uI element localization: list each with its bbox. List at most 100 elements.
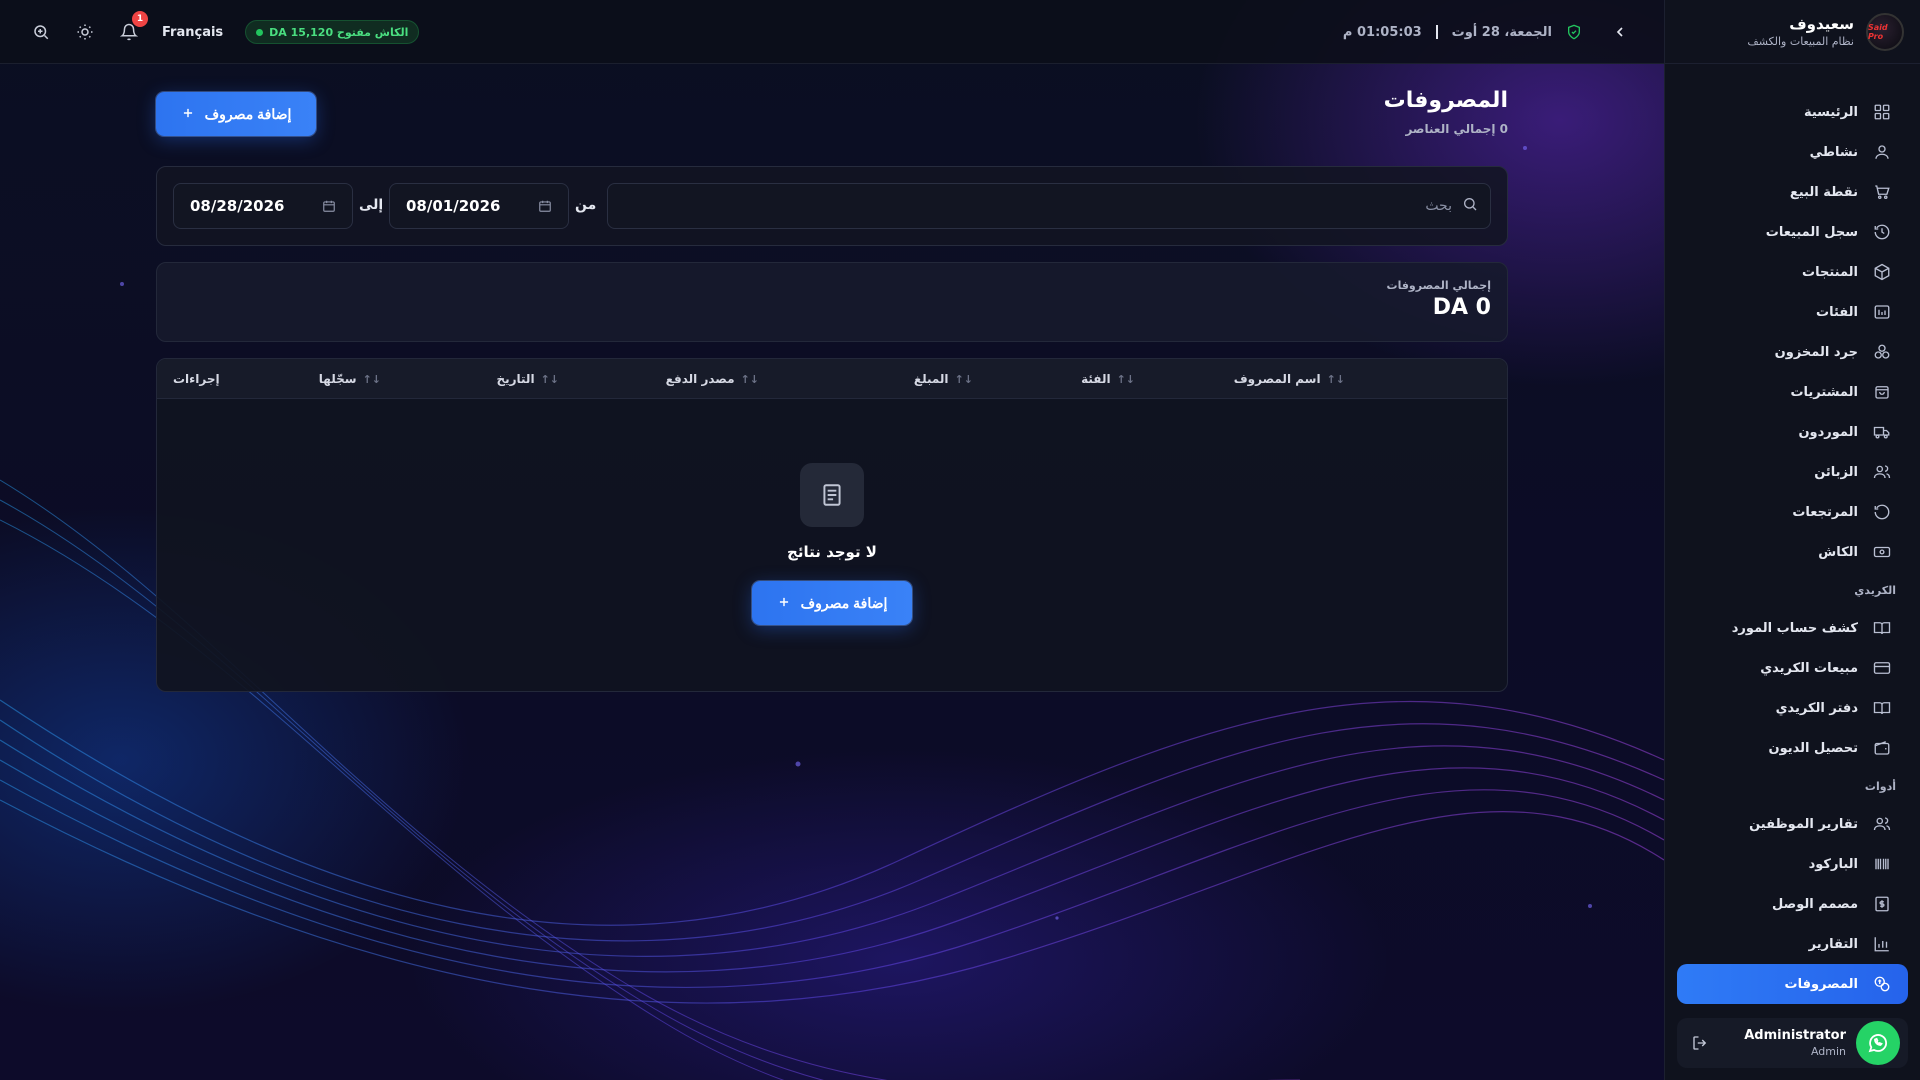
expenses-icon (1872, 974, 1892, 994)
sidebar-item-supplier-statement[interactable]: كشف حساب المورد (1665, 608, 1920, 648)
sort-icon: ↑↓ (540, 372, 559, 386)
add-expense-label: إضافة مصروف (204, 105, 292, 122)
to-label: إلى (359, 197, 384, 213)
user-icon (1872, 142, 1892, 162)
page-header: المصروفات 0 إجمالي العناصر إضافة مصروف (156, 64, 1508, 164)
sidebar-item-barcode[interactable]: الباركود (1665, 844, 1920, 884)
to-date-input[interactable]: 08/28/2026 (173, 183, 353, 229)
receipt-icon (800, 463, 864, 527)
card-icon (1872, 658, 1892, 678)
from-date-input[interactable]: 08/01/2026 (389, 183, 569, 229)
column-header-payment-source[interactable]: مصدر الدفع ↑↓ (666, 359, 759, 399)
notifications-bell-icon[interactable]: 1 (118, 11, 148, 43)
sidebar-item-purchases[interactable]: المشتريات (1665, 372, 1920, 412)
sidebar-item-expenses[interactable]: المصروفات (1677, 964, 1908, 1004)
sidebar-section-credit: الكريدي (1854, 583, 1896, 597)
empty-state: لا توجد نتائج إضافة مصروف (157, 463, 1507, 625)
wallet-icon (1872, 738, 1892, 758)
sidebar-item-stock-count[interactable]: جرد المخزون (1665, 332, 1920, 372)
page-subtitle: 0 إجمالي العناصر (1405, 122, 1508, 136)
plus-icon (181, 106, 195, 123)
history-icon (1872, 222, 1892, 242)
table-header: اسم المصروف ↑↓ الفئة ↑↓ المبلغ ↑↓ مصدر الدف… (157, 359, 1507, 399)
sidebar-item-returns[interactable]: المرتجعات (1665, 492, 1920, 532)
sort-icon: ↑↓ (1326, 372, 1345, 386)
sidebar-item-cash[interactable]: الكاش (1665, 532, 1920, 572)
chart-icon (1872, 934, 1892, 954)
to-date-value: 08/28/2026 (190, 197, 285, 215)
sidebar-item-sales-history[interactable]: سجل المبيعات (1665, 212, 1920, 252)
shield-check-icon (1566, 24, 1582, 40)
sidebar-item-customers[interactable]: الزبائن (1665, 452, 1920, 492)
sidebar-item-pos[interactable]: نقطة البيع (1665, 172, 1920, 212)
add-expense-empty-button[interactable]: إضافة مصروف (752, 581, 912, 625)
brand-header: سعيدوف نظام المبيعات والكشف Said Pro (1665, 0, 1920, 64)
total-label: إجمالي المصروفات (1386, 279, 1491, 292)
from-date-value: 08/01/2026 (406, 197, 501, 215)
expenses-total-card: إجمالي المصروفات DA 0 (156, 262, 1508, 342)
column-header-date[interactable]: التاريخ ↑↓ (496, 359, 559, 399)
user-card: Administrator Admin (1677, 1018, 1908, 1068)
column-header-recorded-by[interactable]: سجّلها ↑↓ (319, 359, 381, 399)
sidebar-item-credit-ledger[interactable]: دفتر الكريدي (1665, 688, 1920, 728)
sidebar-item-activity[interactable]: نشاطي (1665, 132, 1920, 172)
zoom-in-icon[interactable] (30, 21, 52, 43)
sidebar-item-employee-reports[interactable]: تقارير الموظفين (1665, 804, 1920, 844)
stock-icon (1872, 342, 1892, 362)
divider (1435, 25, 1438, 39)
clock-time: 01:05:03 م (1342, 24, 1422, 40)
column-header-name[interactable]: اسم المصروف ↑↓ (1234, 359, 1345, 399)
box-icon (1872, 262, 1892, 282)
top-bar: 1 Français الكاش مفتوح DA 15,120 01:05:0… (0, 0, 1664, 64)
return-icon (1872, 502, 1892, 522)
sidebar-item-debt-collection[interactable]: تحصيل الديون (1665, 728, 1920, 768)
receipt-icon (1872, 894, 1892, 914)
theme-toggle-sun-icon[interactable] (74, 21, 96, 43)
sidebar: سعيدوف نظام المبيعات والكشف Said Pro الر… (1664, 0, 1920, 1080)
brand-name: سعيدوف (1789, 15, 1854, 33)
page-title: المصروفات (1383, 88, 1508, 113)
sidebar-item-suppliers[interactable]: الموردون (1665, 412, 1920, 452)
calendar-icon[interactable] (538, 199, 552, 213)
status-dot (256, 28, 264, 36)
column-header-category[interactable]: الفئة ↑↓ (1081, 359, 1135, 399)
cash-icon (1872, 542, 1892, 562)
sidebar-item-categories[interactable]: الفئات (1665, 292, 1920, 332)
cash-status-pill[interactable]: الكاش مفتوح DA 15,120 (245, 20, 420, 44)
user-role: Admin (1810, 1045, 1846, 1058)
topbar-right-group: 01:05:03 م الجمعة، 28 أوت (1343, 0, 1628, 64)
add-expense-label: إضافة مصروف (800, 594, 888, 611)
sidebar-item-home[interactable]: الرئيسية (1665, 92, 1920, 132)
book-icon (1872, 698, 1892, 718)
barcode-icon (1872, 854, 1892, 874)
cash-status-text: الكاش مفتوح DA 15,120 (269, 25, 409, 39)
current-date: الجمعة، 28 أوت (1451, 24, 1552, 40)
sidebar-nav: الرئيسية نشاطي نقطة البيع سجل المبيعات ا… (1665, 64, 1920, 1004)
brand-logo[interactable]: Said Pro (1866, 12, 1904, 51)
sidebar-item-credit-sales[interactable]: مبيعات الكريدي (1665, 648, 1920, 688)
category-icon (1872, 302, 1892, 322)
search-box[interactable] (607, 183, 1491, 229)
topbar-left-group: 1 Français الكاش مفتوح DA 15,120 (30, 0, 420, 64)
search-input[interactable] (620, 198, 1452, 214)
add-expense-button[interactable]: إضافة مصروف (156, 92, 316, 136)
sidebar-item-reports[interactable]: التقارير (1665, 924, 1920, 964)
expenses-table: اسم المصروف ↑↓ الفئة ↑↓ المبلغ ↑↓ مصدر الدف… (156, 358, 1508, 692)
whatsapp-icon[interactable] (1856, 1021, 1900, 1065)
from-label: من (575, 197, 597, 213)
calendar-icon[interactable] (322, 199, 336, 213)
language-switch[interactable]: Français (162, 25, 223, 40)
sidebar-item-receipt-designer[interactable]: مصمم الوصل (1665, 884, 1920, 924)
column-header-actions: إجراءات (173, 372, 220, 386)
user-name: Administrator (1744, 1028, 1846, 1043)
brand-subtitle: نظام المبيعات والكشف (1747, 35, 1854, 48)
sort-icon: ↑↓ (1116, 372, 1135, 386)
book-icon (1872, 618, 1892, 638)
sidebar-item-products[interactable]: المنتجات (1665, 252, 1920, 292)
truck-icon (1872, 422, 1892, 442)
chevron-left-icon[interactable] (1612, 24, 1628, 40)
notification-count-badge: 1 (132, 11, 148, 27)
logout-icon[interactable] (1685, 1034, 1715, 1052)
search-icon (1462, 196, 1478, 216)
column-header-amount[interactable]: المبلغ ↑↓ (914, 359, 973, 399)
